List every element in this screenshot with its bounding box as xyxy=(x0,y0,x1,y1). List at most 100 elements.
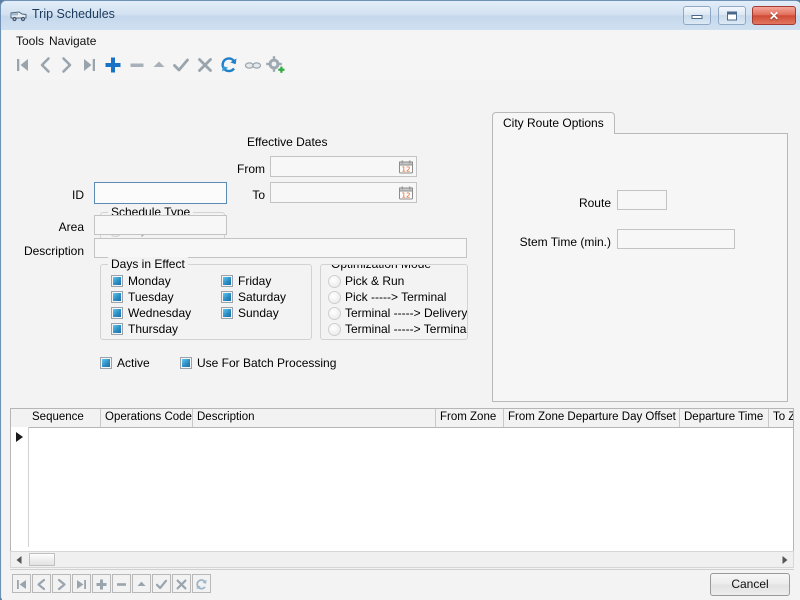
minimize-button[interactable] xyxy=(683,6,711,25)
view-icon[interactable] xyxy=(242,54,264,76)
checkbox-monday-label: Monday xyxy=(128,274,171,288)
checkbox-thursday[interactable] xyxy=(111,323,123,335)
delete-record-icon[interactable] xyxy=(126,54,148,76)
scrollbar-thumb[interactable] xyxy=(29,553,55,566)
route-input[interactable] xyxy=(617,190,667,210)
grid-first-icon[interactable] xyxy=(12,574,31,593)
grid-delete-icon[interactable] xyxy=(112,574,131,593)
radio-pick-to-terminal[interactable] xyxy=(328,291,341,304)
optimization-mode-title: Optimization Mode xyxy=(328,264,434,271)
form-panel: ID Schedule Type City Route Line-Haul Ar… xyxy=(2,80,800,405)
calendar-icon[interactable]: 12 xyxy=(399,186,413,200)
grid-up-icon[interactable] xyxy=(132,574,151,593)
close-button[interactable]: ✕ xyxy=(752,6,796,25)
radio-terminal-to-terminal[interactable] xyxy=(328,323,341,336)
menu-tools[interactable]: Tools xyxy=(12,33,48,49)
grid-header-row: Sequence Operations Code Description Fro… xyxy=(11,409,794,428)
schedule-detail-grid[interactable]: Sequence Operations Code Description Fro… xyxy=(10,408,794,568)
radio-terminal-to-terminal-label: Terminal -----> Terminal xyxy=(345,322,468,336)
checkbox-batch-processing[interactable] xyxy=(180,357,192,369)
grid-column-departure-time[interactable]: Departure Time xyxy=(680,409,769,427)
cancel-button[interactable]: Cancel xyxy=(710,573,790,596)
checkbox-sunday[interactable] xyxy=(221,307,233,319)
grid-save-icon[interactable] xyxy=(152,574,171,593)
radio-terminal-to-delivery-label: Terminal -----> Delivery xyxy=(345,306,467,320)
radio-pick-and-run[interactable] xyxy=(328,275,341,288)
area-label: Area xyxy=(22,220,84,234)
checkbox-active[interactable] xyxy=(100,357,112,369)
checkbox-monday[interactable] xyxy=(111,275,123,287)
next-record-icon[interactable] xyxy=(56,54,78,76)
tab-city-route-options[interactable]: City Route Options xyxy=(492,112,615,134)
add-record-icon[interactable] xyxy=(102,54,124,76)
checkbox-saturday[interactable] xyxy=(221,291,233,303)
scroll-right-icon[interactable] xyxy=(777,552,793,567)
window-title: Trip Schedules xyxy=(32,7,115,21)
checkbox-sunday-label: Sunday xyxy=(238,306,279,320)
grid-column-operations-code[interactable]: Operations Code xyxy=(101,409,193,427)
calendar-icon[interactable]: 12 xyxy=(399,160,413,174)
area-input[interactable] xyxy=(94,215,227,235)
grid-horizontal-scrollbar[interactable] xyxy=(10,551,794,568)
radio-terminal-to-delivery[interactable] xyxy=(328,307,341,320)
to-date-input[interactable]: 12 xyxy=(270,182,417,203)
maximize-button[interactable] xyxy=(718,6,746,25)
main-toolbar xyxy=(2,50,800,80)
grid-add-icon[interactable] xyxy=(92,574,111,593)
menu-navigate[interactable]: Navigate xyxy=(45,33,100,49)
svg-text:12: 12 xyxy=(402,191,411,199)
title-bar: Trip Schedules ✕ xyxy=(1,1,800,30)
radio-pick-to-terminal-label: Pick -----> Terminal xyxy=(345,290,446,304)
current-row-arrow-icon xyxy=(16,432,23,442)
up-icon[interactable] xyxy=(148,54,170,76)
refresh-icon[interactable] xyxy=(218,54,240,76)
checkbox-tuesday-label: Tuesday xyxy=(128,290,174,304)
grid-column-from-zone[interactable]: From Zone xyxy=(436,409,504,427)
stem-time-label: Stem Time (min.) xyxy=(493,235,611,249)
checkbox-tuesday[interactable] xyxy=(111,291,123,303)
radio-pick-and-run-label: Pick & Run xyxy=(345,274,404,288)
save-icon[interactable] xyxy=(170,54,192,76)
route-label: Route xyxy=(503,196,611,210)
id-label: ID xyxy=(42,188,84,202)
checkbox-saturday-label: Saturday xyxy=(238,290,286,304)
description-input[interactable] xyxy=(94,238,467,258)
cancel-icon[interactable] xyxy=(194,54,216,76)
grid-column-to-zone[interactable]: To Zone xyxy=(769,409,794,427)
from-label: From xyxy=(217,162,265,176)
effective-dates-title: Effective Dates xyxy=(247,135,327,149)
days-in-effect-group: Days in Effect Monday Tuesday Wednesday … xyxy=(100,264,312,340)
window-controls: ✕ xyxy=(681,6,796,26)
stem-time-input[interactable] xyxy=(617,229,735,249)
to-label: To xyxy=(217,188,265,202)
previous-record-icon[interactable] xyxy=(34,54,56,76)
checkbox-wednesday[interactable] xyxy=(111,307,123,319)
grid-last-icon[interactable] xyxy=(72,574,91,593)
grid-refresh-icon[interactable] xyxy=(192,574,211,593)
id-input[interactable] xyxy=(94,182,227,204)
grid-navigation-toolbar: Cancel xyxy=(2,570,800,600)
first-record-icon[interactable] xyxy=(12,54,34,76)
svg-text:12: 12 xyxy=(402,165,411,173)
grid-row-indicator-column xyxy=(11,427,29,547)
scroll-left-icon[interactable] xyxy=(11,552,27,567)
grid-column-description[interactable]: Description xyxy=(193,409,436,427)
city-route-options-panel: City Route Options Route Stem Time (min.… xyxy=(492,112,788,402)
grid-next-icon[interactable] xyxy=(52,574,71,593)
last-record-icon[interactable] xyxy=(78,54,100,76)
checkbox-friday[interactable] xyxy=(221,275,233,287)
grid-column-from-zone-departure-day-offset[interactable]: From Zone Departure Day Offset xyxy=(504,409,680,427)
optimization-mode-group: Optimization Mode Pick & Run Pick ----->… xyxy=(320,264,468,340)
truck-icon xyxy=(10,8,27,23)
grid-previous-icon[interactable] xyxy=(32,574,51,593)
from-date-input[interactable]: 12 xyxy=(270,156,417,177)
checkbox-active-label: Active xyxy=(117,356,150,370)
menu-bar: Tools Navigate xyxy=(2,30,800,50)
grid-column-sequence[interactable]: Sequence xyxy=(28,409,101,427)
checkbox-friday-label: Friday xyxy=(238,274,271,288)
description-label: Description xyxy=(10,244,84,258)
settings-add-icon[interactable] xyxy=(264,54,286,76)
application-window: Trip Schedules ✕ Tools Navigate xyxy=(0,0,800,600)
checkbox-batch-processing-label: Use For Batch Processing xyxy=(197,356,336,370)
grid-cancel-icon[interactable] xyxy=(172,574,191,593)
